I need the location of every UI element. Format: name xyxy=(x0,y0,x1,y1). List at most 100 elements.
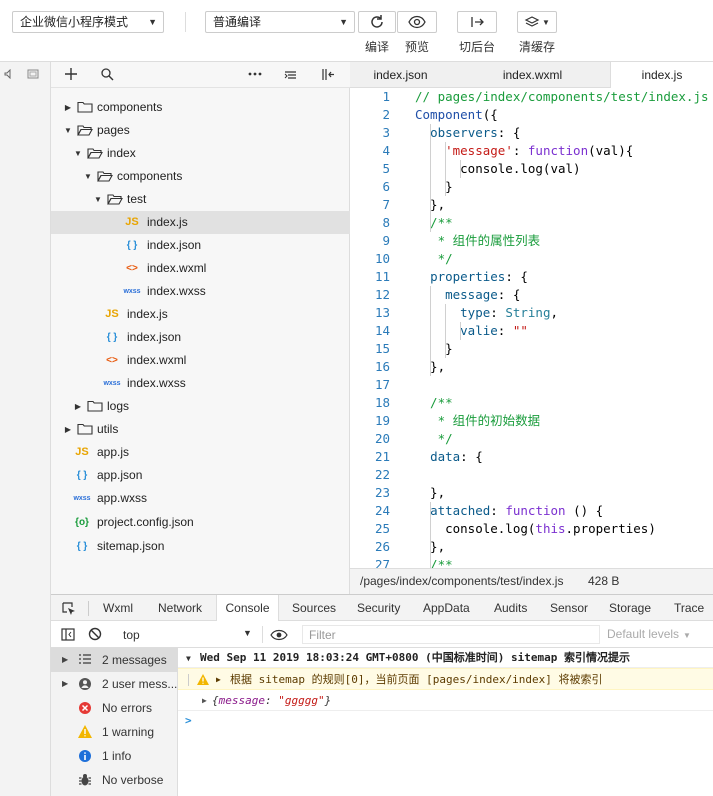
code-line[interactable]: 11 properties: { xyxy=(350,268,713,286)
mode-select[interactable]: 企业微信小程序模式 ▼ xyxy=(12,11,164,33)
code-line[interactable]: 27 /** xyxy=(350,556,713,568)
caret-right-icon[interactable]: ▶ xyxy=(73,395,83,418)
code-line[interactable]: 12 message: { xyxy=(350,286,713,304)
log-levels-select[interactable]: Default levels ▼ xyxy=(607,627,691,641)
preview-button[interactable] xyxy=(397,11,437,33)
code-line[interactable]: 16 }, xyxy=(350,358,713,376)
caret-down-icon[interactable]: ▼ xyxy=(83,165,93,188)
console-filter-item[interactable]: ▶ 2 user mess... xyxy=(51,672,178,696)
tree-file[interactable]: wxss app.wxss xyxy=(51,487,350,510)
console-filter-item[interactable]: No verbose xyxy=(51,768,178,792)
tree-file[interactable]: <> index.wxml xyxy=(51,257,350,280)
tab-index-wxml[interactable]: index.wxml xyxy=(482,62,583,88)
tab-index-js[interactable]: index.js xyxy=(610,62,713,89)
code-line[interactable]: 1 // pages/index/components/test/index.js xyxy=(350,88,713,106)
tree-file[interactable]: JS index.js xyxy=(51,211,350,234)
code-editor[interactable]: 1 // pages/index/components/test/index.js… xyxy=(350,88,713,568)
more-icon[interactable] xyxy=(248,72,262,76)
devtools-tab-console[interactable]: Console xyxy=(216,595,279,622)
code-line[interactable]: 23 }, xyxy=(350,484,713,502)
devtools-tab-sensor[interactable]: Sensor xyxy=(550,595,588,621)
tree-folder[interactable]: ▶ utils xyxy=(51,418,350,441)
search-icon[interactable] xyxy=(101,68,114,81)
console-object-row[interactable]: ▶ {message: "ggggg"} xyxy=(178,690,713,711)
tree-folder[interactable]: ▶ logs xyxy=(51,395,350,418)
code-line[interactable]: 9 * 组件的属性列表 xyxy=(350,232,713,250)
code-line[interactable]: 21 data: { xyxy=(350,448,713,466)
caret-down-icon[interactable]: ▼ xyxy=(93,188,103,211)
code-line[interactable]: 24 attached: function () { xyxy=(350,502,713,520)
code-line[interactable]: 26 }, xyxy=(350,538,713,556)
tree-file[interactable]: { } index.json xyxy=(51,234,350,257)
caret-right-icon[interactable]: ▶ xyxy=(62,648,68,672)
switch-background-button[interactable] xyxy=(457,11,497,33)
add-icon[interactable] xyxy=(65,68,77,80)
code-line[interactable]: 17 xyxy=(350,376,713,394)
console-filter-item[interactable]: No errors xyxy=(51,696,178,720)
inspect-icon[interactable] xyxy=(62,602,76,616)
tree-file[interactable]: { } sitemap.json xyxy=(51,535,350,558)
console-warning-row[interactable]: ▶ 根据 sitemap 的规则[0]，当前页面 [pages/index/in… xyxy=(178,668,713,690)
devtools-tab-sources[interactable]: Sources xyxy=(292,595,336,621)
code-line[interactable]: 8 /** xyxy=(350,214,713,232)
caret-down-icon[interactable]: ▼ xyxy=(73,142,83,165)
tree-file[interactable]: JS index.js xyxy=(51,303,350,326)
code-line[interactable]: 10 */ xyxy=(350,250,713,268)
code-line[interactable]: 18 /** xyxy=(350,394,713,412)
tree-folder[interactable]: ▶ components xyxy=(51,96,350,119)
devtools-tab-network[interactable]: Network xyxy=(158,595,202,621)
tree-file[interactable]: <> index.wxml xyxy=(51,349,350,372)
tree-folder[interactable]: ▼ index xyxy=(51,142,350,165)
toggle-panel-icon[interactable] xyxy=(321,68,335,81)
code-line[interactable]: 2 Component({ xyxy=(350,106,713,124)
clear-cache-button[interactable]: ▼ xyxy=(517,11,557,33)
code-line[interactable]: 4 'message': function(val){ xyxy=(350,142,713,160)
compile-select[interactable]: 普通编译 ▼ xyxy=(205,11,355,33)
tree-file[interactable]: { } index.json xyxy=(51,326,350,349)
tab-index-json[interactable]: index.json xyxy=(350,62,451,88)
tree-file[interactable]: { } app.json xyxy=(51,464,350,487)
code-line[interactable]: 6 } xyxy=(350,178,713,196)
code-line[interactable]: 15 } xyxy=(350,340,713,358)
tree-file[interactable]: wxss index.wxss xyxy=(51,280,350,303)
code-line[interactable]: 20 */ xyxy=(350,430,713,448)
code-line[interactable]: 13 type: String, xyxy=(350,304,713,322)
console-filter-item[interactable]: 1 info xyxy=(51,744,178,768)
devtools-tab-security[interactable]: Security xyxy=(357,595,400,621)
speaker-icon[interactable] xyxy=(4,69,14,79)
tree-file[interactable]: JS app.js xyxy=(51,441,350,464)
code-line[interactable]: 22 xyxy=(350,466,713,484)
caret-down-icon[interactable]: ▼ xyxy=(63,119,73,142)
code-line[interactable]: 3 observers: { xyxy=(350,124,713,142)
collapse-all-icon[interactable] xyxy=(284,69,297,81)
devtools-tab-audits[interactable]: Audits xyxy=(494,595,527,621)
clear-console-icon[interactable] xyxy=(88,627,102,641)
caret-right-icon[interactable]: ▶ xyxy=(63,418,73,441)
context-select[interactable]: top ▼ xyxy=(113,625,257,644)
caret-right-icon[interactable]: ▶ xyxy=(63,96,73,119)
code-line[interactable]: 14 valie: "" xyxy=(350,322,713,340)
filter-input[interactable]: Filter xyxy=(302,625,600,644)
devtools-tab-trace[interactable]: Trace xyxy=(674,595,704,621)
code-line[interactable]: 5 console.log(val) xyxy=(350,160,713,178)
devtools-tab-storage[interactable]: Storage xyxy=(609,595,651,621)
eye-icon[interactable] xyxy=(270,629,288,641)
caret-right-icon[interactable]: ▶ xyxy=(62,672,68,696)
sidebar-toggle-icon[interactable] xyxy=(61,628,75,641)
tree-folder[interactable]: ▼ test xyxy=(51,188,350,211)
console-filter-item[interactable]: ▶ 2 messages xyxy=(51,648,178,672)
tree-file[interactable]: wxss index.wxss xyxy=(51,372,350,395)
console-group-header[interactable]: ▼ Wed Sep 11 2019 18:03:24 GMT+0800 (中国标… xyxy=(178,648,713,668)
code-line[interactable]: 19 * 组件的初始数据 xyxy=(350,412,713,430)
devtools-tab-wxml[interactable]: Wxml xyxy=(103,595,133,621)
devtools-tab-appdata[interactable]: AppData xyxy=(423,595,470,621)
window-icon[interactable] xyxy=(27,69,39,79)
code-line[interactable]: 25 console.log(this.properties) xyxy=(350,520,713,538)
code-line[interactable]: 7 }, xyxy=(350,196,713,214)
console-prompt-row[interactable]: > xyxy=(178,711,713,731)
tree-file[interactable]: {o} project.config.json xyxy=(51,511,350,534)
tree-folder[interactable]: ▼ components xyxy=(51,165,350,188)
console-filter-item[interactable]: 1 warning xyxy=(51,720,178,744)
tree-folder[interactable]: ▼ pages xyxy=(51,119,350,142)
compile-button[interactable] xyxy=(358,11,396,33)
